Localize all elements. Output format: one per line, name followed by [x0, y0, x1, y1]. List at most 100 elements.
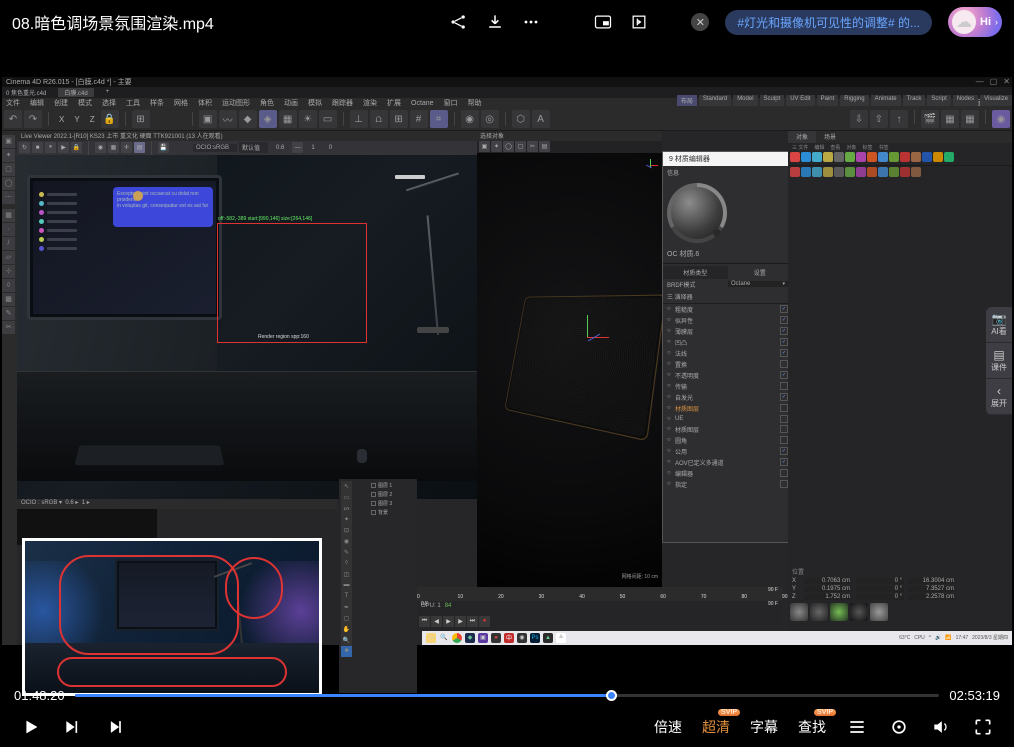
tag-icon[interactable]: [845, 167, 855, 177]
pos-y-input[interactable]: 0.1975 cm: [804, 586, 852, 592]
tag-icon[interactable]: [856, 152, 866, 162]
layout-tab[interactable]: Visualize: [980, 95, 1012, 106]
tl-rec-icon[interactable]: ●: [479, 616, 490, 627]
ps-text-icon[interactable]: T: [341, 591, 352, 602]
render-icon[interactable]: ◉: [461, 110, 479, 128]
frame-icon[interactable]: ▦: [941, 110, 959, 128]
checkbox[interactable]: [780, 415, 788, 423]
recent-tool-icon[interactable]: ⋯: [2, 191, 15, 204]
checkbox[interactable]: [780, 316, 788, 324]
share-icon[interactable]: [449, 12, 469, 32]
oct-icon[interactable]: ⬡: [512, 110, 530, 128]
export-icon[interactable]: ⇧: [870, 110, 888, 128]
vis-icon[interactable]: [371, 501, 376, 506]
doc-tab[interactable]: 白膜.c4d: [58, 88, 93, 97]
rp-menu-item[interactable]: 三 文件: [792, 144, 808, 151]
mat-check-row[interactable]: ○UE: [663, 414, 792, 424]
mat-check-row[interactable]: ○凹凸: [663, 337, 792, 348]
tl-first-icon[interactable]: ⏮: [419, 616, 430, 627]
menu-item[interactable]: 工具: [126, 98, 140, 108]
progress-bar[interactable]: [75, 694, 940, 697]
mat-check-row[interactable]: ○材质图层: [663, 424, 792, 435]
tag-icon[interactable]: [812, 152, 822, 162]
checkbox[interactable]: [780, 327, 788, 335]
checkbox[interactable]: [780, 393, 788, 401]
app-icon[interactable]: 中: [504, 633, 514, 643]
render-region[interactable]: off:-582,-389 start:[990,146] size:[264,…: [217, 223, 367, 343]
ps-crop-icon[interactable]: ⊡: [341, 525, 352, 536]
rot-y-input[interactable]: 0 °: [856, 586, 904, 592]
menu-item[interactable]: 文件: [6, 98, 20, 108]
tl-prev-icon[interactable]: ◀: [431, 616, 442, 627]
chrome-icon[interactable]: [452, 633, 462, 643]
menu-item[interactable]: 模拟: [308, 98, 322, 108]
menu-item[interactable]: Octane: [411, 100, 434, 107]
app-icon[interactable]: ●: [491, 633, 501, 643]
tag-icon[interactable]: [878, 152, 888, 162]
tag-icon[interactable]: [812, 167, 822, 177]
checkbox[interactable]: [780, 480, 788, 488]
layout-tab[interactable]: Track: [903, 95, 926, 106]
tag-icon[interactable]: [911, 167, 921, 177]
material-thumb[interactable]: [790, 603, 808, 621]
axis-x[interactable]: X: [55, 115, 68, 124]
progress-thumb[interactable]: [606, 690, 617, 701]
rotate-tool-icon[interactable]: ◯: [2, 177, 15, 190]
menu-item[interactable]: 动画: [284, 98, 298, 108]
oct-more-icon[interactable]: ▤: [539, 141, 550, 152]
tag-icon[interactable]: [834, 167, 844, 177]
more-icon[interactable]: [521, 12, 541, 32]
volume-icon[interactable]: [930, 716, 952, 738]
tag-icon[interactable]: [823, 152, 833, 162]
fullscreen-icon[interactable]: [972, 716, 994, 738]
ps-layer-row[interactable]: 图层 2: [367, 490, 415, 499]
lock-icon[interactable]: 🔒: [101, 110, 119, 128]
settings-icon[interactable]: [888, 716, 910, 738]
mat-check-row[interactable]: ○材质图层: [663, 403, 792, 414]
courseware-button[interactable]: ▤ 课件: [986, 343, 1012, 379]
ai-view-button[interactable]: 📷 AI看: [986, 307, 1012, 343]
tray-up-icon[interactable]: ^: [929, 635, 931, 641]
tag-icon[interactable]: [790, 167, 800, 177]
oct-cut-icon[interactable]: ✂: [527, 141, 538, 152]
mat-check-row[interactable]: ○似异性: [663, 315, 792, 326]
rot-z-input[interactable]: 0 °: [856, 594, 904, 600]
checkbox[interactable]: [780, 360, 788, 368]
menu-item[interactable]: 体积: [198, 98, 212, 108]
c4d-icon[interactable]: ◆: [465, 633, 475, 643]
axis-z[interactable]: Z: [86, 115, 99, 124]
ps-lasso-icon[interactable]: ᔕ: [341, 503, 352, 514]
grid-icon[interactable]: #: [410, 110, 428, 128]
menu-item[interactable]: 创建: [54, 98, 68, 108]
render-area[interactable]: Excepteur sint occaecat cu dolat non pro…: [17, 155, 477, 499]
explorer-icon[interactable]: ▭: [426, 633, 436, 643]
download-icon[interactable]: [485, 12, 505, 32]
quality-button[interactable]: SVIP 超清: [702, 717, 730, 737]
layout-tab[interactable]: UV Edit: [786, 95, 814, 106]
material-thumb[interactable]: [810, 603, 828, 621]
live-sel-icon[interactable]: ▦: [2, 209, 15, 222]
mat-check-row[interactable]: ○传输: [663, 381, 792, 392]
layout-tab[interactable]: Sculpt: [760, 95, 785, 106]
menu-item[interactable]: 扩展: [387, 98, 401, 108]
oct-move-icon[interactable]: ✦: [491, 141, 502, 152]
prev-track-button[interactable]: [62, 716, 84, 738]
collapse-icon[interactable]: [629, 12, 649, 32]
rp-menu-item[interactable]: 对象: [846, 144, 856, 151]
select-tool-icon[interactable]: ▣: [2, 135, 15, 148]
checkbox[interactable]: [780, 349, 788, 357]
lv-stop-icon[interactable]: ■: [32, 142, 43, 153]
ps-layer-row[interactable]: 图层 3: [367, 499, 415, 508]
tag-icon[interactable]: [790, 152, 800, 162]
rp-menu-item[interactable]: 标签: [862, 144, 872, 151]
pill-close-button[interactable]: ✕: [691, 13, 709, 31]
oct-rot-icon[interactable]: ◯: [503, 141, 514, 152]
menu-item[interactable]: 帮助: [468, 98, 482, 108]
lv-region-icon[interactable]: ▦: [108, 142, 119, 153]
octane-render-area[interactable]: 网格间距: 10 cm: [477, 153, 662, 595]
workplane-icon[interactable]: ⊞: [390, 110, 408, 128]
edge-tool-icon[interactable]: /: [2, 237, 15, 250]
redo-icon[interactable]: ↷: [24, 110, 42, 128]
menu-item[interactable]: 编辑: [30, 98, 44, 108]
checkbox[interactable]: [780, 404, 788, 412]
